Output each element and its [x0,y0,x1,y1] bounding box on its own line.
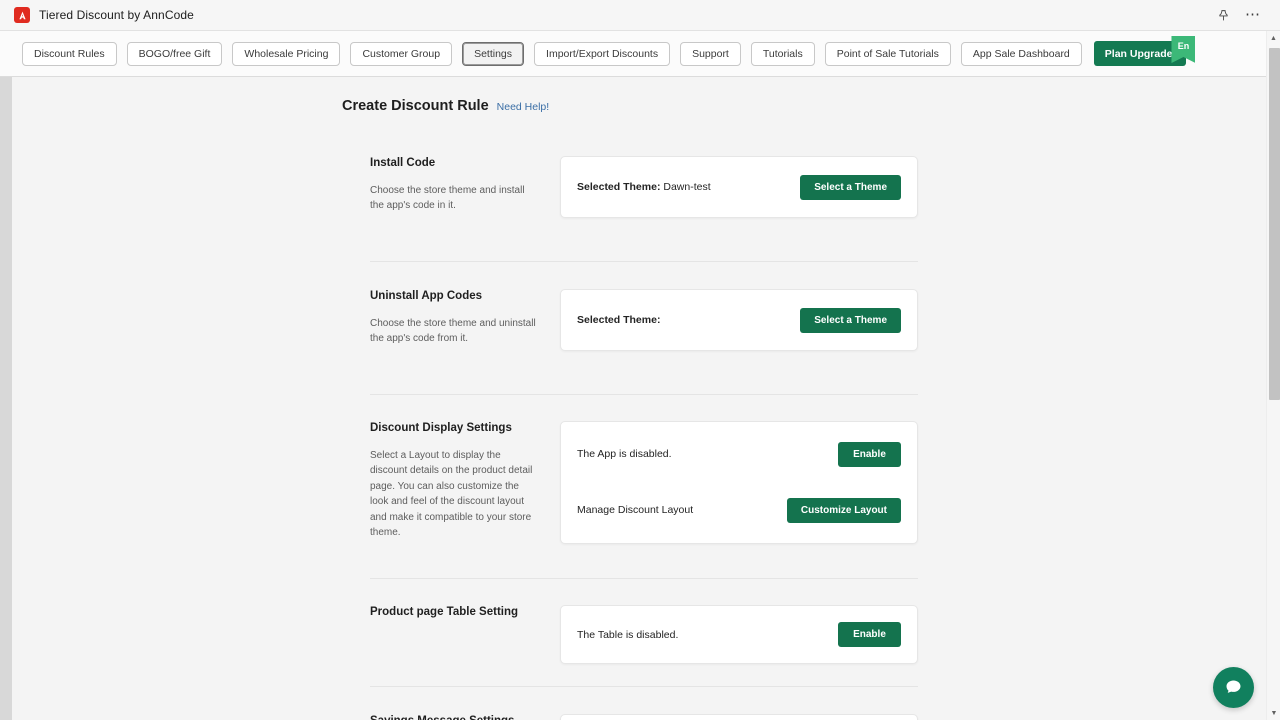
tab-customer-group[interactable]: Customer Group [350,42,452,66]
plan-upgrade-badge: En [1171,36,1195,63]
left-rail [0,77,12,720]
divider-3 [370,578,918,579]
divider-4 [370,686,918,687]
uninstall-code-theme-text: Selected Theme: [577,314,660,326]
discount-display-enable-button[interactable]: Enable [838,442,901,467]
vertical-scrollbar[interactable]: ▲ ▼ [1266,31,1280,720]
tab-support[interactable]: Support [680,42,741,66]
uninstall-code-title: Uninstall App Codes [370,289,538,304]
divider-1 [370,261,918,262]
uninstall-code-panel: Selected Theme: Select a Theme [560,289,918,351]
install-code-card: Selected Theme: Dawn-test Select a Theme [560,156,918,218]
savings-message-card-header: Cart page savings message [561,715,917,720]
section-install-code: Install Code Choose the store theme and … [370,156,918,218]
discount-display-layout-row: Manage Discount Layout Customize Layout [561,489,917,531]
app-navigation-bar: Discount Rules BOGO/free Gift Wholesale … [0,31,1266,77]
install-code-select-theme-button[interactable]: Select a Theme [800,175,901,200]
page-title: Create Discount Rule [342,98,489,114]
product-table-card: The Table is disabled. Enable [560,605,918,664]
section-discount-display-settings: Discount Display Settings Select a Layou… [370,421,918,544]
scroll-up-arrow-icon[interactable]: ▲ [1267,31,1280,45]
install-code-title: Install Code [370,156,538,171]
savings-message-card: Cart page savings message Message text: … [560,714,918,720]
install-code-info: Install Code Choose the store theme and … [370,156,560,214]
more-options-icon[interactable]: ⋯ [1242,4,1264,26]
chat-bubble-icon [1223,677,1244,698]
discount-display-status-row: The App is disabled. Enable [561,433,917,475]
discount-display-description: Select a Layout to display the discount … [370,448,538,541]
savings-message-title: Savings Message Settings [370,714,538,720]
plan-upgrade-button[interactable]: Plan Upgrade En [1094,41,1187,66]
page-header: Create Discount Rule Need Help! [342,98,1266,114]
tab-tutorials[interactable]: Tutorials [751,42,815,66]
section-uninstall-app-codes: Uninstall App Codes Choose the store the… [370,289,918,351]
discount-display-title: Discount Display Settings [370,421,538,436]
install-code-panel: Selected Theme: Dawn-test Select a Theme [560,156,918,218]
tab-settings[interactable]: Settings [462,42,524,66]
uninstall-code-description: Choose the store theme and uninstall the… [370,316,538,347]
uninstall-code-info: Uninstall App Codes Choose the store the… [370,289,560,347]
product-table-enable-button[interactable]: Enable [838,622,901,647]
section-savings-message-settings: Savings Message Settings Customize savin… [370,714,918,720]
pin-icon[interactable] [1212,4,1234,26]
install-code-theme-label: Selected Theme: [577,181,660,193]
app-logo-a-icon [14,7,30,23]
customize-layout-button[interactable]: Customize Layout [787,498,901,523]
need-help-link[interactable]: Need Help! [497,101,550,113]
tab-point-of-sale-tutorials[interactable]: Point of Sale Tutorials [825,42,951,66]
divider-2 [370,394,918,395]
tab-wholesale-pricing[interactable]: Wholesale Pricing [232,42,340,66]
scrollbar-thumb[interactable] [1269,48,1280,400]
uninstall-code-theme-row: Selected Theme: Select a Theme [561,290,917,350]
install-code-description: Choose the store theme and install the a… [370,183,538,214]
tab-discount-rules[interactable]: Discount Rules [22,42,117,66]
discount-display-info: Discount Display Settings Select a Layou… [370,421,560,541]
product-table-panel: The Table is disabled. Enable [560,605,918,664]
install-code-theme-text: Selected Theme: Dawn-test [577,181,711,193]
window-title: Tiered Discount by AnnCode [39,8,194,22]
install-code-theme-row: Selected Theme: Dawn-test Select a Theme [561,157,917,217]
discount-display-layout-label: Manage Discount Layout [577,504,693,516]
discount-display-status-label: The App is disabled. [577,448,672,460]
section-product-page-table-setting: Product page Table Setting The Table is … [370,605,918,664]
tab-app-sale-dashboard[interactable]: App Sale Dashboard [961,42,1082,66]
product-table-title: Product page Table Setting [370,605,538,620]
uninstall-code-card: Selected Theme: Select a Theme [560,289,918,351]
install-code-theme-value: Dawn-test [663,181,710,193]
tab-import-export-discounts[interactable]: Import/Export Discounts [534,42,670,66]
plan-upgrade-label: Plan Upgrade [1105,48,1173,60]
discount-display-panel: The App is disabled. Enable Manage Disco… [560,421,918,544]
uninstall-code-select-theme-button[interactable]: Select a Theme [800,308,901,333]
product-table-status-label: The Table is disabled. [577,629,678,641]
product-table-info: Product page Table Setting [370,605,560,620]
discount-display-card: The App is disabled. Enable Manage Disco… [560,421,918,544]
uninstall-code-theme-label: Selected Theme: [577,314,660,326]
titlebar-controls: ⋯ [1212,4,1270,26]
tab-bogo-free-gift[interactable]: BOGO/free Gift [127,42,223,66]
chat-widget-button[interactable] [1213,667,1254,708]
product-table-status-row: The Table is disabled. Enable [561,606,917,663]
window-titlebar: Tiered Discount by AnnCode ⋯ [0,0,1280,31]
scroll-down-arrow-icon[interactable]: ▼ [1267,706,1280,720]
savings-message-panel: Cart page savings message Message text: … [560,714,918,720]
main-content: Create Discount Rule Need Help! Install … [12,77,1266,720]
savings-message-info: Savings Message Settings Customize savin… [370,714,560,720]
